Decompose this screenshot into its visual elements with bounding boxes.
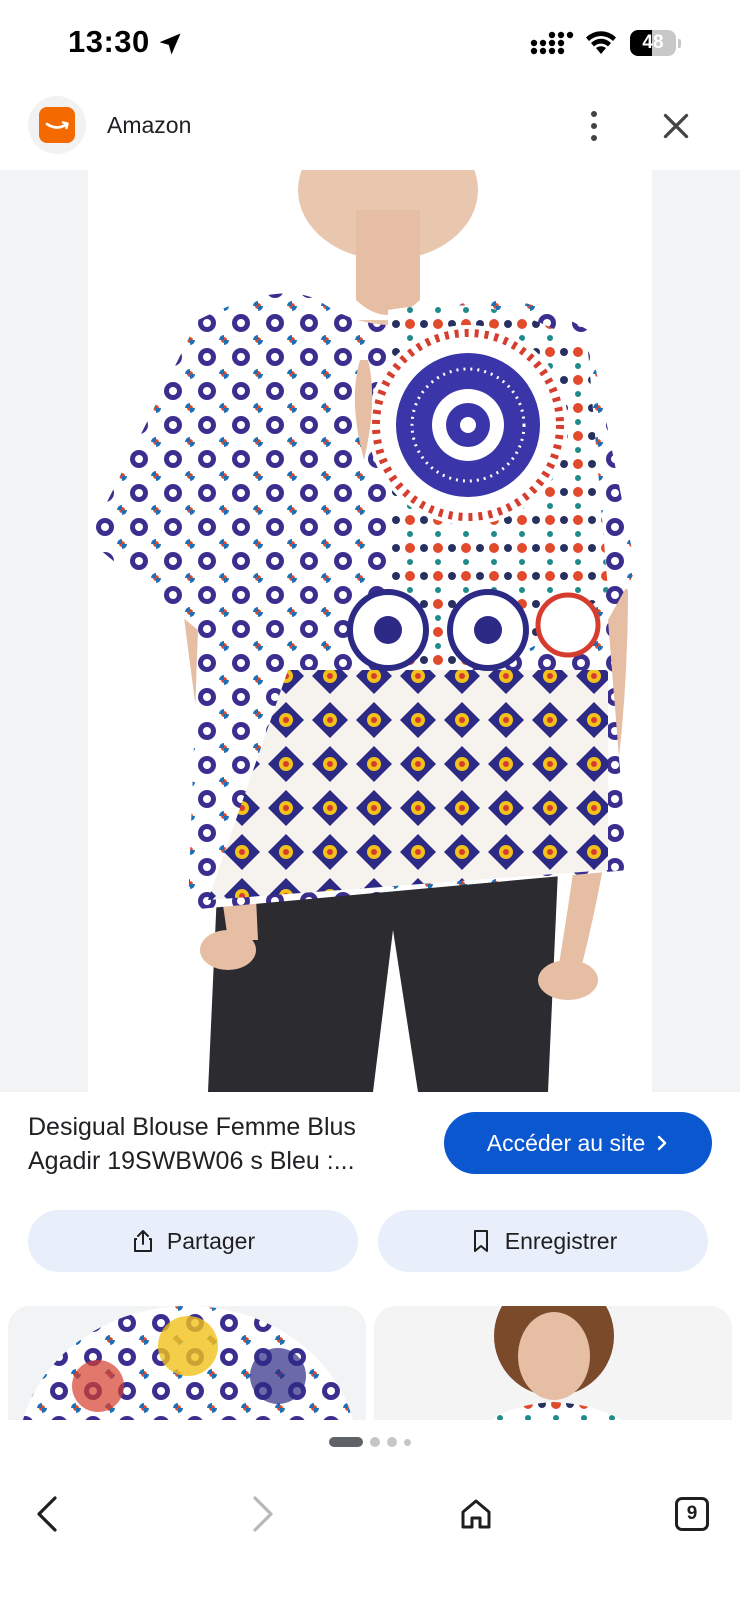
site-name[interactable]: Amazon [107, 112, 191, 139]
pager-dot [387, 1437, 397, 1447]
location-arrow-icon [159, 33, 181, 55]
site-header: Amazon [0, 92, 740, 170]
share-label: Partager [166, 1227, 256, 1254]
forward-button[interactable] [232, 1484, 292, 1544]
status-time: 13:30 [68, 24, 150, 59]
status-bar: 13:30 48 [0, 0, 740, 88]
wifi-icon [586, 31, 616, 54]
bottom-navigation: 9 [0, 1466, 740, 1600]
amazon-logo-icon[interactable] [28, 96, 86, 154]
more-options-button[interactable] [576, 106, 612, 146]
pager-dot [370, 1437, 380, 1447]
battery-level: 48 [642, 32, 664, 53]
pager-dot-active [329, 1437, 363, 1447]
product-photo [88, 170, 636, 1092]
visit-site-label: Accéder au site [486, 1129, 646, 1156]
tabs-button[interactable]: 9 [662, 1484, 722, 1544]
tabs-count: 9 [675, 1497, 709, 1531]
related-image-1[interactable] [8, 1306, 366, 1420]
related-image-2[interactable] [374, 1306, 732, 1420]
chevron-right-icon [658, 1135, 667, 1151]
save-button[interactable]: Enregistrer [378, 1210, 708, 1272]
image-preview-area[interactable] [0, 170, 740, 1092]
home-icon [461, 1499, 491, 1529]
product-image[interactable] [88, 170, 652, 1092]
close-icon[interactable] [658, 108, 694, 144]
related-results [0, 1306, 740, 1420]
save-label: Enregistrer [504, 1227, 618, 1254]
cellular-signal-icon [530, 31, 574, 55]
battery-icon: 48 [630, 30, 682, 56]
pager-dot [404, 1438, 411, 1446]
back-button[interactable] [18, 1484, 78, 1544]
share-icon [133, 1230, 152, 1252]
home-button[interactable] [446, 1484, 506, 1544]
back-arrow-icon [37, 1496, 57, 1532]
more-vert-icon [591, 111, 597, 117]
image-pager [0, 1430, 740, 1454]
share-button[interactable]: Partager [28, 1210, 358, 1272]
forward-arrow-icon [253, 1496, 273, 1532]
product-title[interactable]: Desigual Blouse Femme Blus Agadir 19SWBW… [28, 1110, 408, 1178]
bookmark-icon [473, 1230, 488, 1252]
visit-site-button[interactable]: Accéder au site [444, 1112, 712, 1174]
